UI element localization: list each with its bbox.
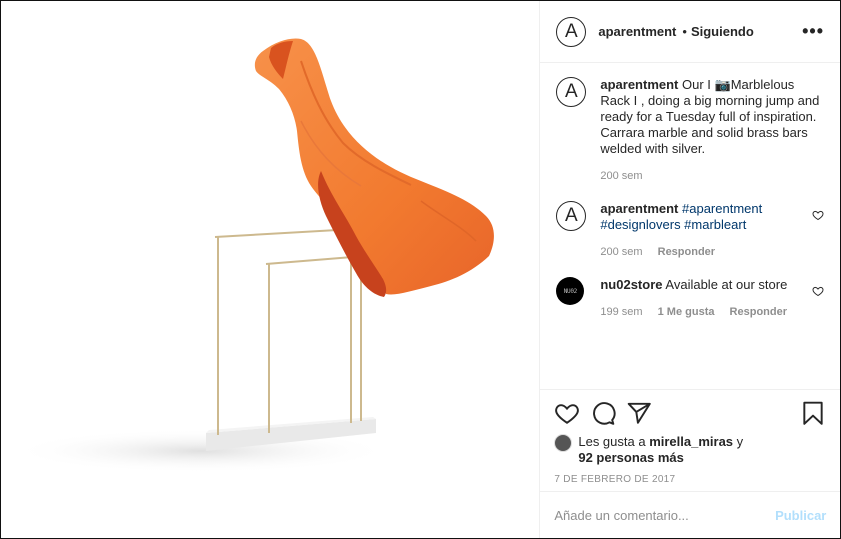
instagram-post: A aparentment • Siguiendo ••• A aparentm…: [0, 0, 841, 539]
more-options-icon[interactable]: •••: [802, 21, 824, 42]
like-heart-icon[interactable]: [554, 400, 580, 426]
post-image[interactable]: [1, 1, 541, 538]
post-date[interactable]: 7 DE FEBRERO DE 2017: [554, 474, 826, 485]
post-header: A aparentment • Siguiendo •••: [540, 1, 840, 63]
caption-avatar[interactable]: A: [556, 77, 587, 107]
post-actions: Les gusta a mirella_miras y 92 personas …: [540, 389, 841, 485]
comment-time[interactable]: 200 sem: [600, 246, 642, 258]
comment-time[interactable]: 199 sem: [600, 306, 642, 318]
liker-username[interactable]: mirella_miras: [649, 434, 733, 449]
avatar-letter: A: [565, 205, 578, 226]
like-comment-heart-icon[interactable]: [812, 209, 824, 221]
avatar-letter: A: [565, 20, 578, 42]
likes-and: y: [736, 434, 744, 449]
brass-rack: [214, 228, 366, 435]
post-side-panel: A aparentment • Siguiendo ••• A aparentm…: [540, 1, 841, 538]
caption-time[interactable]: 200 sem: [600, 170, 642, 182]
others-likes-count[interactable]: 92 personas más: [578, 450, 684, 465]
liker-avatar[interactable]: [554, 434, 573, 452]
likes-summary: Les gusta a mirella_miras y 92 personas …: [554, 434, 826, 466]
save-bookmark-icon[interactable]: [800, 400, 826, 426]
comment-bubble-icon[interactable]: [590, 400, 616, 426]
author-username[interactable]: aparentment: [598, 24, 676, 39]
comment-input[interactable]: Añade un comentario...: [554, 508, 688, 523]
avatar-letter: A: [565, 81, 578, 102]
comment-username[interactable]: aparentment: [600, 201, 678, 216]
share-paper-plane-icon[interactable]: [626, 400, 652, 426]
like-comment-heart-icon[interactable]: [812, 285, 824, 297]
caption-username[interactable]: aparentment: [600, 77, 678, 92]
comment-text: Available at our store: [665, 277, 788, 292]
comment-item: NU02 nu02store Available at our store 19…: [556, 277, 824, 320]
marble-rack-photo: [11, 38, 494, 473]
separator-dot: •: [682, 24, 687, 39]
avatar-text: NU02: [563, 287, 578, 295]
comment-likes-count[interactable]: 1 Me gusta: [658, 306, 715, 318]
likes-prefix: Les gusta a: [578, 434, 646, 449]
publish-button[interactable]: Publicar: [775, 508, 826, 523]
comments-list: A aparentment Our I 📷Marblelous Rack I ,…: [540, 63, 840, 388]
caption: A aparentment Our I 📷Marblelous Rack I ,…: [556, 77, 824, 184]
nu02store-avatar[interactable]: NU02: [556, 277, 585, 305]
comment-avatar[interactable]: A: [556, 201, 587, 231]
author-avatar[interactable]: A: [556, 16, 587, 47]
add-comment-bar: Añade un comentario... Publicar: [540, 491, 841, 538]
follow-status-button[interactable]: Siguiendo: [691, 24, 754, 39]
reply-button[interactable]: Responder: [730, 306, 787, 318]
comment-username[interactable]: nu02store: [600, 277, 662, 292]
comment-item: A aparentment #aparentment #designlovers…: [556, 201, 824, 260]
reply-button[interactable]: Responder: [658, 246, 715, 258]
orange-scarf: [254, 38, 494, 297]
